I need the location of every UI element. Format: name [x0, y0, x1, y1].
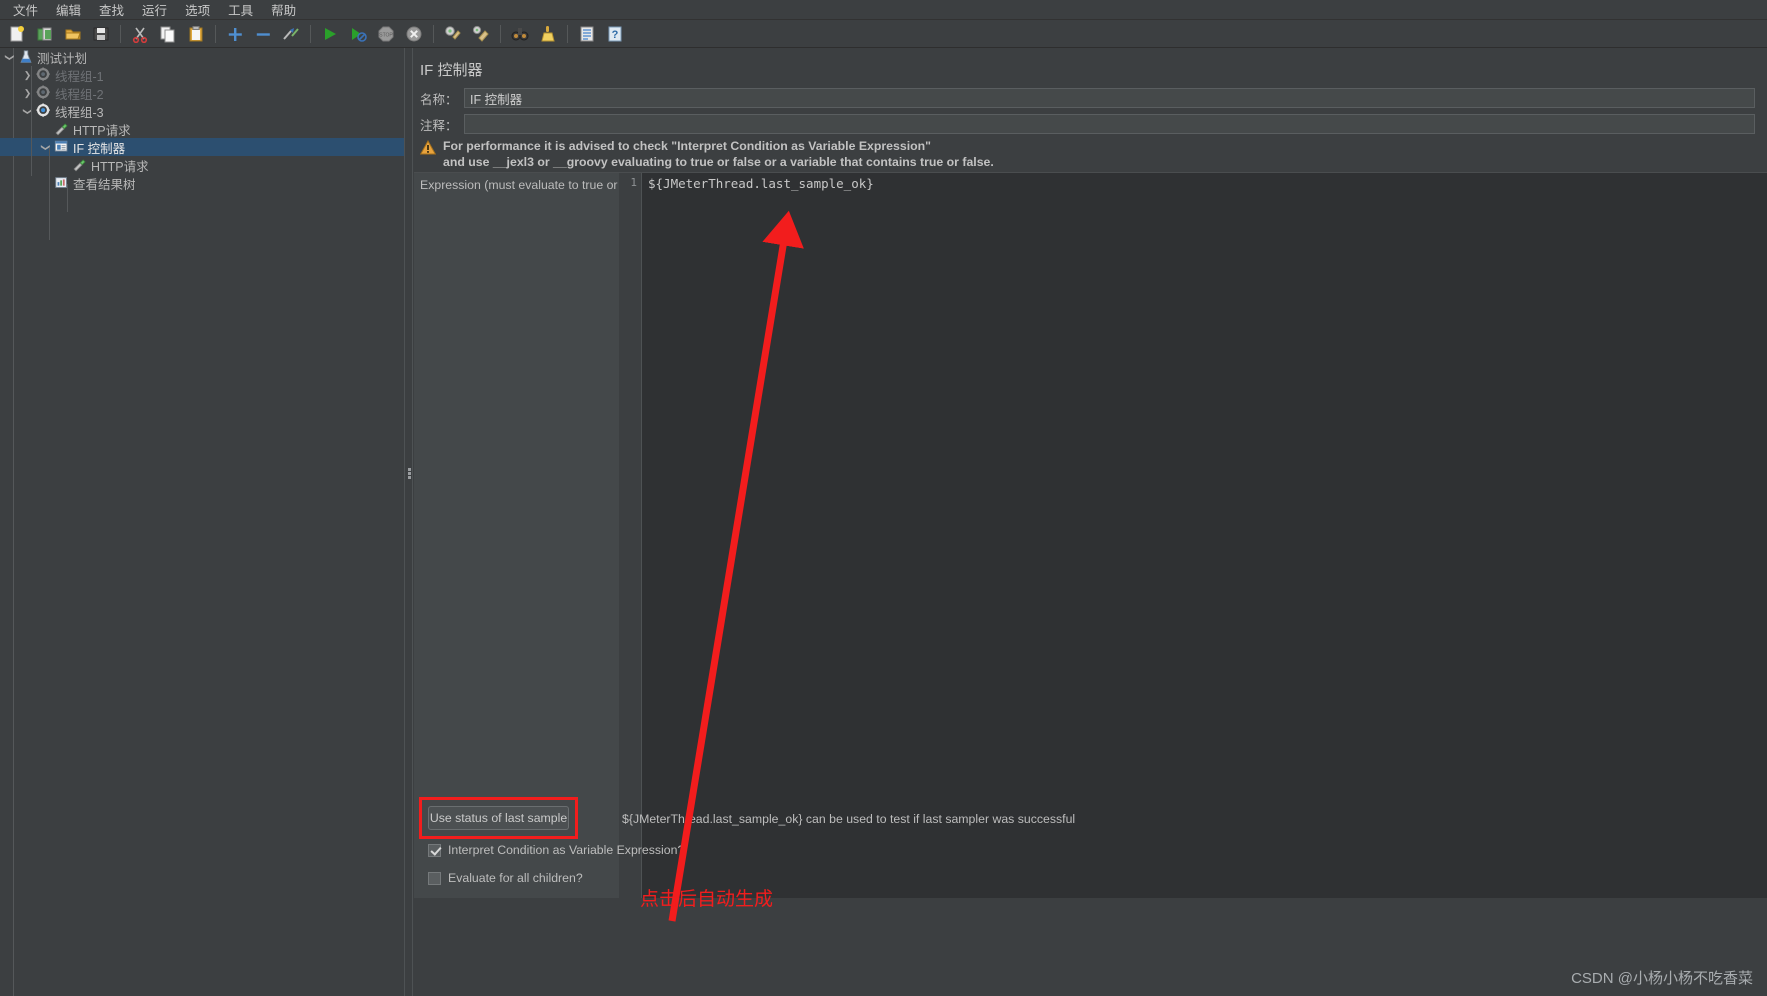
tree-node[interactable]: HTTP请求: [0, 120, 404, 138]
search-binoculars-icon[interactable]: [507, 22, 533, 46]
tree-node-label: 线程组-2: [55, 87, 104, 102]
menu-file[interactable]: 文件: [4, 0, 47, 21]
tree-node-label: 测试计划: [37, 51, 88, 66]
comment-label: 注释：: [420, 118, 458, 133]
toolbar-separator: [433, 24, 434, 43]
menu-bar: 文件 编辑 查找 运行 选项 工具 帮助: [0, 0, 1767, 20]
tree-node[interactable]: ❯ 线程组-3: [0, 102, 404, 120]
toolbar: STOP?: [0, 20, 1767, 48]
expand-plus-icon[interactable]: [222, 22, 248, 46]
new-document-icon[interactable]: [4, 22, 30, 46]
csdn-watermark: CSDN @小杨小杨不吃香菜: [1571, 970, 1753, 987]
expression-label: Expression (must evaluate to true or fal…: [420, 178, 652, 192]
tree-node-label: 查看结果树: [73, 177, 136, 192]
if-controller-icon: [53, 139, 70, 155]
tree-node[interactable]: ❯ 线程组-1: [0, 66, 404, 84]
expression-editor[interactable]: 1 ${JMeterThread.last_sample_ok}: [619, 172, 1767, 898]
toolbar-separator: [215, 24, 216, 43]
tree-node-label: IF 控制器: [73, 141, 126, 156]
interpret-condition-label: Interpret Condition as Variable Expressi…: [448, 843, 685, 857]
svg-text:?: ?: [612, 29, 619, 41]
menu-help[interactable]: 帮助: [262, 0, 305, 21]
interpret-condition-checkbox-row[interactable]: Interpret Condition as Variable Expressi…: [428, 843, 684, 857]
warning-text: For performance it is advised to check "…: [443, 138, 994, 170]
tree-node[interactable]: ❯ 测试计划: [0, 48, 404, 66]
evaluate-all-children-checkbox-row[interactable]: Evaluate for all children?: [428, 871, 583, 885]
tree-node-label: HTTP请求: [91, 159, 149, 174]
shutdown-icon[interactable]: [401, 22, 427, 46]
toolbar-separator: [500, 24, 501, 43]
test-plan-icon: [17, 49, 34, 65]
interpret-condition-checkbox[interactable]: [428, 843, 441, 857]
cut-scissors-icon[interactable]: [127, 22, 153, 46]
chevron-down-icon[interactable]: ❯: [4, 50, 15, 65]
test-plan-tree[interactable]: ❯ 测试计划 ❯ 线程组-1 ❯ 线程组-2 ❯ 线程组-3 HTTP请求 ❯ IF 控制器 HTTP…: [0, 48, 404, 996]
menu-options[interactable]: 选项: [176, 0, 219, 21]
thread-group-icon: [35, 103, 52, 119]
menu-run[interactable]: 运行: [133, 0, 176, 21]
clear-all-icon[interactable]: [468, 22, 494, 46]
tree-guide-line: [31, 66, 32, 176]
if-controller-panel: IF 控制器 名称： 注释： For performance it is adv…: [414, 48, 1767, 996]
comment-input[interactable]: [464, 114, 1755, 134]
evaluate-all-children-label: Evaluate for all children?: [448, 871, 583, 885]
toolbar-separator: [310, 24, 311, 43]
thread-group-icon: [35, 85, 52, 101]
toolbar-separator: [567, 24, 568, 43]
save-floppy-icon[interactable]: [88, 22, 114, 46]
help-icon[interactable]: ?: [602, 22, 628, 46]
use-status-of-last-sample-button[interactable]: Use status of last sample: [428, 806, 569, 830]
http-sampler-icon: [53, 121, 70, 137]
page-title: IF 控制器: [420, 62, 483, 79]
clear-icon[interactable]: [440, 22, 466, 46]
tree-node-label: 线程组-3: [55, 105, 104, 120]
function-helper-icon[interactable]: [574, 22, 600, 46]
svg-text:STOP: STOP: [379, 32, 393, 38]
collapse-minus-icon[interactable]: [250, 22, 276, 46]
jmeter-window: 文件 编辑 查找 运行 选项 工具 帮助 STOP? ❯ 测试计划 ❯ 线程组-1 ❯ 线程组-2 ❯ 线…: [0, 0, 1767, 996]
warning-line-2: and use __jexl3 or __groovy evaluating t…: [443, 155, 994, 169]
reset-search-broom-icon[interactable]: [535, 22, 561, 46]
name-field-row: 名称：: [420, 88, 1761, 108]
toolbar-separator: [120, 24, 121, 43]
performance-warning: For performance it is advised to check "…: [419, 138, 1755, 170]
start-no-pauses-icon[interactable]: [345, 22, 371, 46]
splitter-grip-icon[interactable]: [408, 468, 411, 479]
tree-guide-line: [67, 184, 68, 212]
tree-node-label: 线程组-1: [55, 69, 104, 84]
menu-tools[interactable]: 工具: [219, 0, 262, 21]
tree-guide-line: [49, 148, 50, 240]
menu-edit[interactable]: 编辑: [47, 0, 90, 21]
chevron-right-icon[interactable]: ❯: [20, 88, 35, 99]
name-label: 名称：: [420, 92, 458, 107]
warning-line-1: For performance it is advised to check "…: [443, 139, 931, 153]
chevron-right-icon[interactable]: ❯: [20, 70, 35, 81]
http-sampler-icon: [71, 157, 88, 173]
warning-triangle-icon: [419, 139, 437, 160]
stop-icon[interactable]: STOP: [373, 22, 399, 46]
tree-node[interactable]: 查看结果树: [0, 174, 404, 192]
panel-splitter[interactable]: [404, 48, 413, 996]
open-folder-icon[interactable]: [60, 22, 86, 46]
paste-clipboard-icon[interactable]: [183, 22, 209, 46]
thread-group-icon: [35, 67, 52, 83]
copy-icon[interactable]: [155, 22, 181, 46]
tree-node-label: HTTP请求: [73, 123, 131, 138]
last-sample-hint-text: ${JMeterThread.last_sample_ok} can be us…: [622, 812, 1076, 826]
editor-left-filler: [414, 172, 619, 898]
expression-code-input[interactable]: ${JMeterThread.last_sample_ok}: [642, 173, 1767, 898]
menu-search[interactable]: 查找: [90, 0, 133, 21]
tree-node[interactable]: HTTP请求: [0, 156, 404, 174]
name-input[interactable]: [464, 88, 1755, 108]
tree-node[interactable]: ❯ IF 控制器: [0, 138, 404, 156]
evaluate-all-children-checkbox[interactable]: [428, 871, 441, 885]
open-template-icon[interactable]: [32, 22, 58, 46]
toggle-enable-icon[interactable]: [278, 22, 304, 46]
comment-field-row: 注释：: [420, 114, 1761, 134]
editor-line-gutter: 1: [619, 173, 642, 898]
start-play-icon[interactable]: [317, 22, 343, 46]
tree-node[interactable]: ❯ 线程组-2: [0, 84, 404, 102]
